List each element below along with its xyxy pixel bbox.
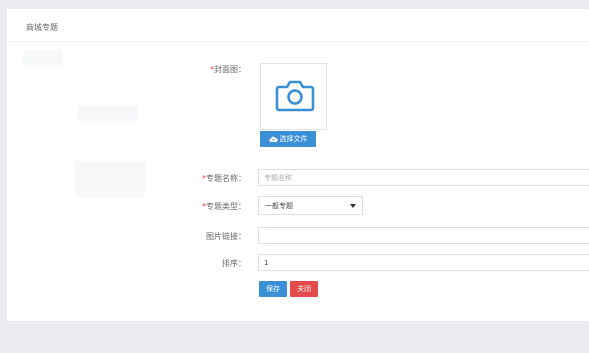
save-button[interactable]: 保存 — [259, 281, 287, 297]
faint-block — [77, 105, 137, 121]
caret-down-icon — [350, 203, 356, 208]
sort-label-text: 排序： — [222, 259, 246, 268]
page-title: 商城专题 — [26, 23, 58, 32]
topic-panel: 商城专题 *封面图： 选择文件 *专题名称： *专题类型： 一般专题 图片链接： — [7, 9, 589, 321]
close-button[interactable]: 关闭 — [290, 281, 318, 297]
topic-name-input[interactable] — [258, 169, 589, 186]
faint-block — [75, 161, 145, 197]
image-link-input[interactable] — [258, 227, 589, 244]
type-label: *专题类型： — [146, 201, 246, 212]
type-label-text: 专题类型： — [206, 202, 246, 211]
name-label-text: 专题名称： — [206, 174, 246, 183]
cover-image-preview[interactable] — [260, 63, 327, 130]
name-label: *专题名称： — [146, 173, 246, 184]
sort-label: 排序： — [146, 258, 246, 269]
link-label-text: 图片链接： — [206, 232, 246, 241]
topic-type-select[interactable]: 一般专题 — [258, 196, 363, 215]
choose-file-label: 选择文件 — [279, 135, 308, 143]
choose-file-button[interactable]: 选择文件 — [260, 131, 316, 147]
sort-input[interactable] — [258, 254, 589, 271]
cloud-upload-icon — [268, 136, 278, 142]
faint-block — [23, 51, 63, 65]
panel-header: 商城专题 — [7, 9, 589, 42]
cover-label: *封面图： — [146, 64, 246, 75]
link-label: 图片链接： — [146, 231, 246, 242]
camera-icon — [275, 80, 315, 112]
topic-type-value: 一般专题 — [265, 201, 293, 210]
cover-label-text: 封面图： — [214, 65, 246, 74]
